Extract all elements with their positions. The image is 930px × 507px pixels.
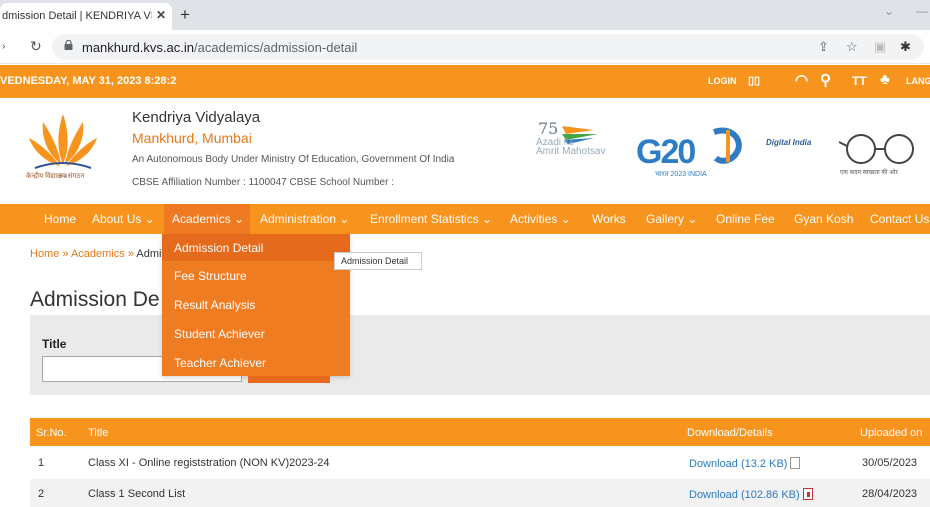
- nav-administration[interactable]: Administration ⌄: [260, 212, 349, 226]
- school-location: Mankhurd, Mumbai: [132, 130, 252, 146]
- table-header: Sr.No. Title Download/Details Uploaded o…: [30, 418, 930, 446]
- tab-title: dmission Detail | KENDRIYA VID: [2, 10, 152, 22]
- nav-activities-label: Activities: [510, 212, 558, 226]
- row-download-cell: Download (13.2 KB): [689, 457, 801, 470]
- menu-item-fee-structure[interactable]: Fee Structure: [174, 269, 247, 283]
- tooltip: Admission Detail: [334, 252, 422, 270]
- breadcrumb-separator: »: [124, 248, 137, 260]
- azadi-text: Azadi Ka Amrit Mahotsav: [536, 137, 606, 157]
- breadcrumb-separator: »: [59, 248, 71, 260]
- page-title: Admission De: [30, 288, 160, 311]
- chevron-down-icon[interactable]: ⌄: [884, 4, 894, 18]
- nav-enrollment-statistics[interactable]: Enrollment Statistics ⌄: [370, 212, 492, 226]
- swachh-bharat-logo: [838, 134, 914, 164]
- nav-contact-us[interactable]: Contact Us: [870, 212, 929, 226]
- star-icon[interactable]: ☆: [846, 39, 858, 55]
- accessibility-icon[interactable]: ◠: [795, 71, 808, 89]
- chevron-down-icon: ⌄: [144, 212, 155, 226]
- dropdown-underlay: [248, 376, 330, 383]
- g20-logo: G20: [636, 133, 696, 171]
- nav-enrollment-label: Enrollment Statistics: [370, 212, 479, 226]
- breadcrumb-academics[interactable]: Academics: [71, 248, 125, 260]
- puzzle-icon[interactable]: ✱: [900, 39, 911, 55]
- language-selector[interactable]: LANG: [906, 76, 930, 86]
- nav-works[interactable]: Works: [592, 212, 626, 226]
- pdf-icon: [802, 488, 813, 500]
- menu-item-teacher-achiever[interactable]: Teacher Achiever: [174, 356, 266, 370]
- column-header-srno: Sr.No.: [36, 427, 67, 439]
- url-field[interactable]: mankhurd.kvs.ac.in/academics/admission-d…: [52, 34, 924, 60]
- swachh-caption: एक कदम स्वच्छता की ओर: [840, 170, 898, 176]
- breadcrumb-home[interactable]: Home: [30, 248, 59, 260]
- reload-icon[interactable]: ↻: [30, 38, 42, 55]
- download-link[interactable]: Download (13.2 KB): [689, 458, 787, 470]
- row-title: Class XI - Online registstration (NON KV…: [88, 457, 330, 469]
- menu-item-result-analysis[interactable]: Result Analysis: [174, 298, 255, 312]
- column-header-uploaded: Uploaded on: [860, 427, 923, 439]
- school-title: Kendriya Vidyalaya: [132, 109, 261, 126]
- nav-academics[interactable]: Academics ⌄: [172, 212, 244, 226]
- row-date: 30/05/2023: [862, 457, 918, 469]
- nav-gallery-label: Gallery: [646, 212, 685, 226]
- new-tab-icon[interactable]: +: [180, 5, 190, 25]
- nav-gallery[interactable]: Gallery ⌄: [646, 212, 697, 226]
- row-date: 28/04/2023: [862, 488, 918, 500]
- nav-online-fee[interactable]: Online Fee: [716, 212, 775, 226]
- top-info-bar: VEDNESDAY, MAY 31, 2023 8:28:2 LOGIN ▯▯ …: [0, 65, 930, 98]
- svg-text:75: 75: [538, 120, 558, 138]
- menu-item-admission-detail[interactable]: Admission Detail: [174, 241, 263, 255]
- document-icon: [790, 457, 801, 469]
- sitemap-icon[interactable]: ▯▯: [748, 74, 760, 87]
- row-srno: 2: [38, 488, 45, 500]
- breadcrumb-current: Admi: [136, 248, 162, 260]
- nav-academics-label: Academics: [172, 212, 231, 226]
- url-host: mankhurd.kvs.ac.in: [82, 40, 194, 55]
- share-icon[interactable]: ⇪: [818, 39, 829, 55]
- search-icon[interactable]: ⚲: [820, 71, 831, 89]
- chevron-down-icon: ⌄: [234, 212, 245, 226]
- user-group-icon[interactable]: ♣: [880, 71, 890, 88]
- chevron-down-icon: ⌄: [687, 212, 698, 226]
- cbse-affiliation: CBSE Affiliation Number : 1100047 CBSE S…: [132, 177, 394, 188]
- nav-about-us-label: About Us: [92, 212, 142, 226]
- url-path: /academics/admission-detail: [194, 40, 358, 55]
- download-link[interactable]: Download (102.86 KB): [689, 489, 800, 501]
- extension-icon[interactable]: ▣: [874, 39, 886, 55]
- g20-caption: भारत 2023 INDIA: [655, 171, 707, 178]
- title-filter-label: Title: [42, 337, 67, 351]
- row-srno: 1: [38, 457, 45, 469]
- minimize-icon[interactable]: —: [916, 4, 928, 18]
- chevron-down-icon: ⌄: [482, 212, 493, 226]
- nav-gyan-kosh[interactable]: Gyan Kosh: [794, 212, 853, 226]
- menu-item-student-achiever[interactable]: Student Achiever: [174, 327, 265, 341]
- nav-about-us[interactable]: About Us ⌄: [92, 212, 155, 226]
- browser-tab-strip: dmission Detail | KENDRIYA VID ✕ + ⌄ —: [0, 0, 930, 30]
- table-row: 2 Class 1 Second List Download (102.86 K…: [30, 479, 930, 507]
- digital-india-text: Digital India: [766, 138, 812, 147]
- nav-home[interactable]: Home: [44, 212, 76, 226]
- breadcrumb: Home » Academics » Admi: [30, 248, 161, 260]
- address-bar: › ↻ mankhurd.kvs.ac.in/academics/admissi…: [0, 30, 930, 64]
- row-title: Class 1 Second List: [88, 488, 186, 500]
- nav-activities[interactable]: Activities ⌄: [510, 212, 571, 226]
- forward-icon[interactable]: ›: [2, 41, 5, 52]
- column-header-title: Title: [88, 427, 109, 439]
- site-header: ॥ ॥ केन्द्रीय विद्यालय संगठन Kendriya Vi…: [0, 98, 930, 202]
- lock-icon: [64, 40, 73, 50]
- chevron-down-icon: ⌄: [560, 212, 571, 226]
- logo-caption: केन्द्रीय विद्यालय संगठन: [26, 173, 85, 180]
- school-description: An Autonomous Body Under Ministry Of Edu…: [132, 154, 455, 165]
- text-size-icon[interactable]: TT: [852, 74, 867, 88]
- login-link[interactable]: LOGIN: [708, 76, 737, 86]
- url-text: mankhurd.kvs.ac.in/academics/admission-d…: [82, 40, 357, 55]
- table-row: 1 Class XI - Online registstration (NON …: [30, 448, 930, 476]
- nav-administration-label: Administration: [260, 212, 337, 226]
- row-download-cell: Download (102.86 KB): [689, 488, 813, 501]
- browser-tab[interactable]: dmission Detail | KENDRIYA VID ✕: [0, 3, 172, 30]
- close-icon[interactable]: ✕: [156, 8, 166, 22]
- main-navigation: Home About Us ⌄ Academics ⌄ Administrati…: [0, 204, 930, 234]
- date-time: VEDNESDAY, MAY 31, 2023 8:28:2: [0, 75, 177, 87]
- chevron-down-icon: ⌄: [339, 212, 350, 226]
- column-header-download: Download/Details: [687, 427, 773, 439]
